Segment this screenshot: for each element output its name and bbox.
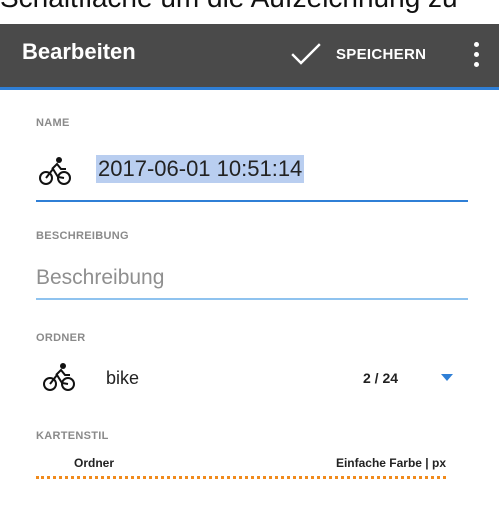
page-title: Bearbeiten — [22, 39, 136, 64]
bike-icon — [43, 363, 75, 391]
bike-icon — [39, 157, 71, 185]
name-section-label: NAME — [36, 117, 70, 129]
folder-section-label: ORDNER — [36, 332, 86, 344]
description-field[interactable]: Beschreibung — [36, 258, 468, 300]
caption-text: Schaltfläche um die Aufzeichnung zu — [0, 0, 458, 14]
description-placeholder: Beschreibung — [36, 266, 165, 289]
save-button[interactable]: SPEICHERN — [290, 32, 426, 76]
map-style-selector[interactable]: Ordner Einfache Farbe | px — [36, 452, 468, 492]
name-value: 2017-06-01 10:51:14 — [96, 155, 305, 183]
app-bar: Bearbeiten SPEICHERN — [0, 24, 499, 90]
track-line-preview — [36, 476, 446, 479]
save-label: SPEICHERN — [336, 45, 427, 63]
folder-name: bike — [106, 368, 140, 388]
style-type-label: Einfache Farbe | px — [335, 456, 446, 470]
folder-dropdown[interactable]: bike 2 / 24 — [36, 356, 468, 402]
overflow-menu-icon[interactable] — [464, 36, 488, 72]
name-field[interactable]: 2017-06-01 10:51:14 — [36, 150, 468, 202]
top-caption: Schaltfläche um die Aufzeichnung zu — [0, 0, 499, 24]
description-section-label: BESCHREIBUNG — [36, 230, 129, 242]
style-source-label: Ordner — [74, 456, 115, 470]
edit-track-screen: Schaltfläche um die Aufzeichnung zu Bear… — [0, 0, 499, 520]
check-icon — [291, 43, 321, 65]
map-style-section-label: KARTENSTIL — [36, 430, 109, 442]
folder-count: 2 / 24 — [363, 370, 399, 386]
chevron-down-icon — [441, 374, 453, 381]
